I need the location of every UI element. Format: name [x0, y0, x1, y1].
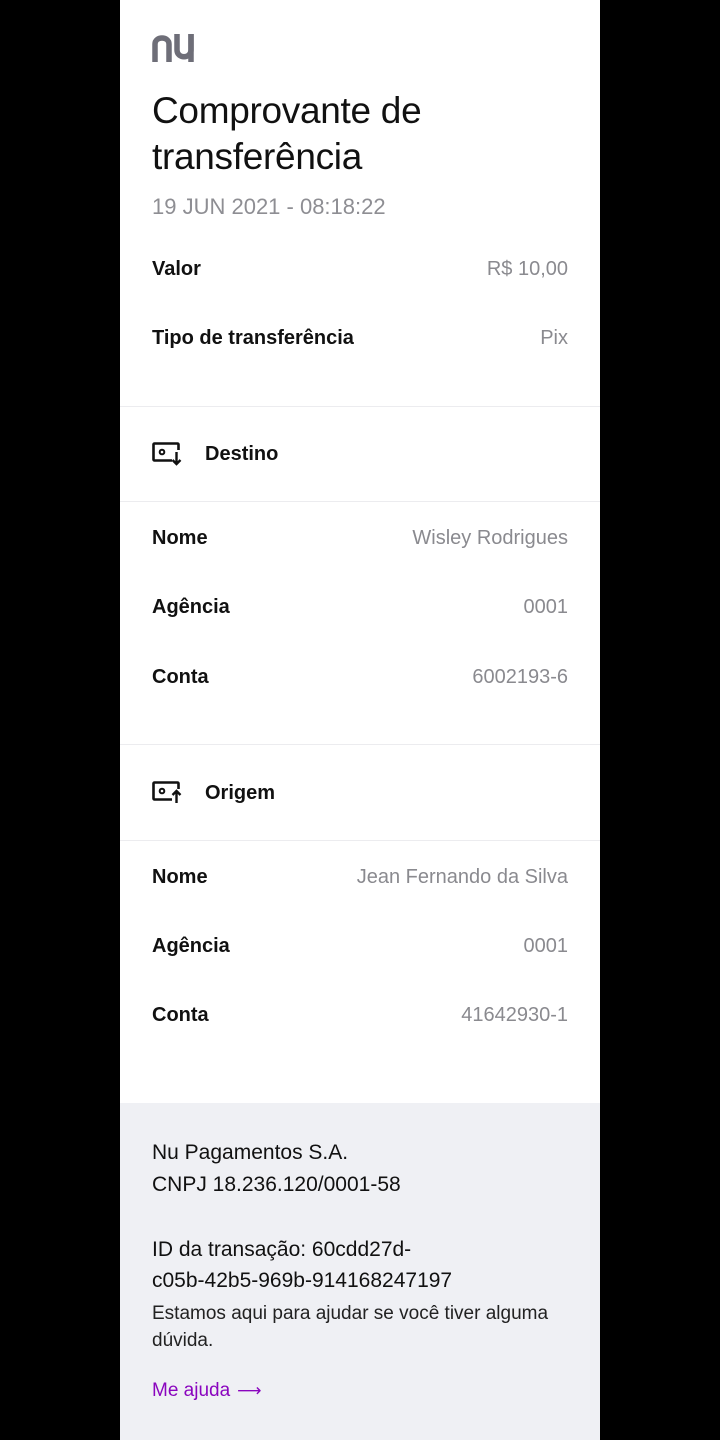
- divider: [120, 840, 600, 841]
- row-value: Pix: [540, 326, 568, 349]
- row-label: Agência: [152, 595, 230, 618]
- title-line-1: Comprovante de: [152, 90, 422, 131]
- help-text: Estamos aqui para ajudar se você tiver a…: [152, 1303, 549, 1351]
- row-label: Tipo de transferência: [152, 326, 354, 349]
- help-link-label: Me ajuda: [152, 1380, 231, 1401]
- row-label: Nome: [152, 526, 208, 549]
- row-value: 41642930-1: [461, 1003, 568, 1026]
- summary-row-valor: Valor R$ 10,00: [152, 254, 568, 284]
- section-header-destino: Destino: [152, 439, 278, 469]
- transaction-id-line-2: c05b-42b5-969b-914168247197: [152, 1269, 453, 1292]
- destino-row-conta: Conta 6002193-6: [152, 662, 568, 692]
- origem-row-nome: Nome Jean Fernando da Silva: [152, 862, 568, 892]
- bank-card-in-icon: [152, 442, 182, 466]
- row-value: 6002193-6: [472, 665, 568, 688]
- row-value: Wisley Rodrigues: [412, 526, 568, 549]
- nubank-logo: [152, 34, 194, 62]
- row-value: R$ 10,00: [486, 257, 568, 280]
- origem-row-conta: Conta 41642930-1: [152, 1000, 568, 1030]
- origem-row-agencia: Agência 0001: [152, 931, 568, 961]
- company-name: Nu Pagamentos S.A.: [152, 1141, 349, 1164]
- summary-row-tipo: Tipo de transferência Pix: [152, 323, 568, 353]
- row-value: 0001: [523, 595, 569, 618]
- row-label: Conta: [152, 665, 209, 688]
- row-label: Agência: [152, 934, 230, 957]
- destino-row-agencia: Agência 0001: [152, 592, 568, 622]
- row-label: Valor: [152, 257, 201, 280]
- transaction-id-line-1: ID da transação: 60cdd27d-: [152, 1238, 412, 1261]
- row-label: Nome: [152, 865, 208, 888]
- row-value: Jean Fernando da Silva: [356, 865, 568, 888]
- divider: [120, 744, 600, 745]
- divider: [120, 501, 600, 502]
- transfer-date: 19 JUN 2021 - 08:18:22: [152, 194, 386, 219]
- page-title: Comprovante de transferência: [152, 88, 572, 180]
- bank-card-out-icon: [152, 781, 182, 803]
- section-title: Origem: [205, 781, 276, 804]
- company-cnpj: CNPJ 18.236.120/0001-58: [152, 1173, 401, 1196]
- divider: [120, 406, 600, 407]
- arrow-right-icon: ⟶: [237, 1381, 262, 1400]
- section-header-origem: Origem: [152, 778, 275, 808]
- destino-row-nome: Nome Wisley Rodrigues: [152, 523, 568, 553]
- section-title: Destino: [205, 442, 279, 465]
- receipt-card: Comprovante de transferência 19 JUN 2021…: [120, 0, 600, 1440]
- title-line-2: transferência: [152, 136, 362, 177]
- row-value: 0001: [523, 934, 569, 957]
- row-label: Conta: [152, 1003, 209, 1026]
- help-link[interactable]: Me ajuda ⟶: [152, 1380, 262, 1402]
